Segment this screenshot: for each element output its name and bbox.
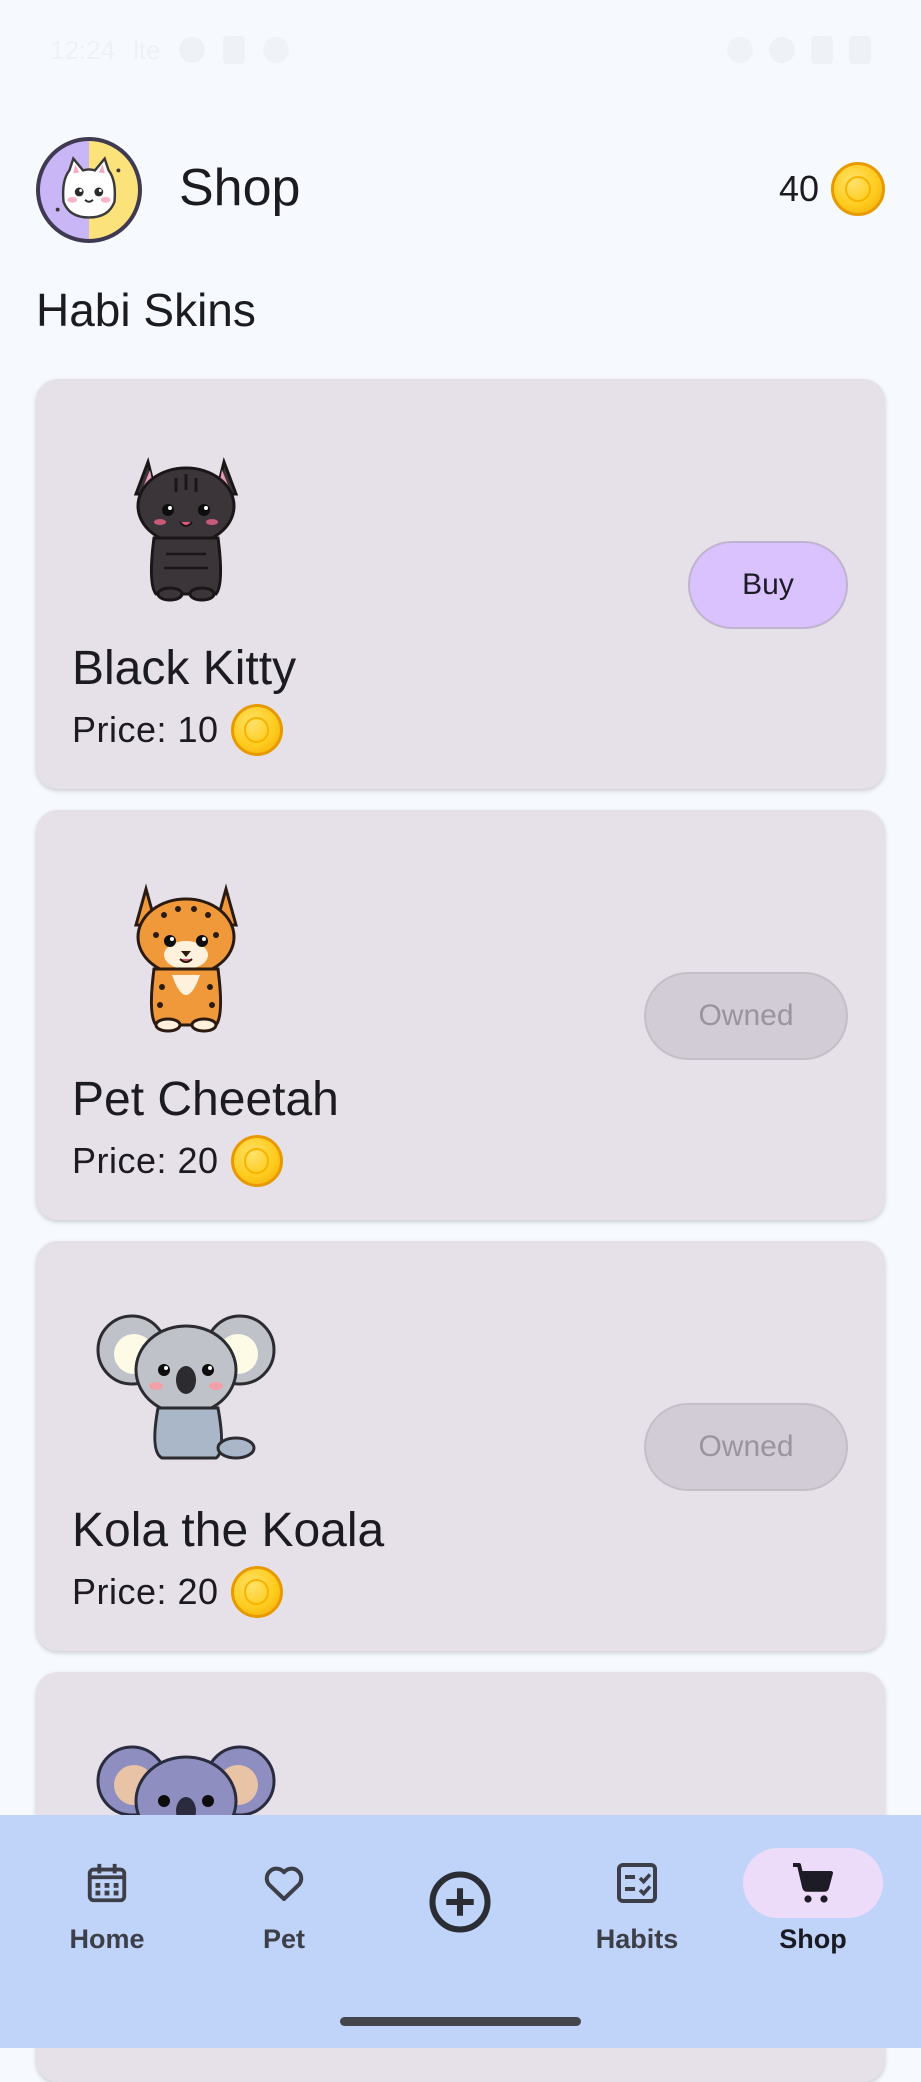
nav-home-label: Home bbox=[69, 1924, 145, 1954]
status-bar: 12:24 lte bbox=[0, 0, 921, 100]
cat-face-icon bbox=[55, 156, 121, 219]
coin-balance-value: 40 bbox=[778, 168, 819, 209]
nav-pet[interactable]: Pet bbox=[209, 1815, 359, 1965]
black-kitty-image bbox=[133, 456, 239, 602]
nav-add[interactable] bbox=[385, 1815, 535, 1965]
shop-item-card: Pet Cheetah Price: 20 Owned bbox=[36, 810, 885, 1220]
checklist-icon bbox=[617, 1863, 657, 1903]
bottom-navigation: Home Pet Habits Shop bbox=[0, 1815, 921, 2048]
item-name: Kola the Koala bbox=[72, 1504, 385, 1557]
buy-button[interactable]: Buy bbox=[688, 541, 848, 629]
battery-icon bbox=[849, 36, 871, 64]
nav-pet-label: Pet bbox=[262, 1924, 306, 1954]
pet-cheetah-image bbox=[134, 883, 238, 1033]
nav-add-icon-wrap bbox=[390, 1867, 530, 1937]
wifi-icon bbox=[769, 37, 795, 63]
item-price: Price: 20 bbox=[72, 1566, 283, 1618]
item-price-label: Price: 20 bbox=[72, 1571, 219, 1612]
shop-item-card: Kola the Koala Price: 20 Owned bbox=[36, 1241, 885, 1651]
item-price: Price: 20 bbox=[72, 1135, 283, 1187]
notification-icon bbox=[178, 37, 205, 63]
notification-icon bbox=[262, 37, 289, 63]
avatar[interactable] bbox=[36, 137, 142, 243]
cart-icon bbox=[793, 1863, 833, 1903]
status-carrier: lte bbox=[133, 34, 161, 65]
nav-habits-label: Habits bbox=[595, 1924, 679, 1954]
mute-icon bbox=[727, 37, 753, 63]
item-name: Pet Cheetah bbox=[72, 1073, 339, 1126]
signal-icon bbox=[811, 36, 833, 64]
status-left: 12:24 lte bbox=[50, 35, 289, 66]
nav-shop-label: Shop bbox=[779, 1924, 847, 1954]
owned-button[interactable]: Owned bbox=[644, 972, 848, 1060]
item-price-label: Price: 20 bbox=[72, 1140, 219, 1181]
item-name: Black Kitty bbox=[72, 642, 297, 695]
nav-habits[interactable]: Habits bbox=[562, 1815, 712, 1965]
calendar-icon bbox=[87, 1863, 127, 1903]
shop-item-card: Black Kitty Price: 10 Buy bbox=[36, 379, 885, 789]
notification-icon bbox=[222, 36, 245, 64]
nav-home-icon-wrap bbox=[37, 1848, 177, 1918]
koala-image bbox=[96, 1314, 276, 1460]
page-title: Shop bbox=[179, 159, 301, 217]
coin-balance: 40 bbox=[779, 162, 885, 216]
coin-icon bbox=[230, 704, 283, 756]
add-circle-icon bbox=[429, 1871, 491, 1933]
owned-button[interactable]: Owned bbox=[644, 1403, 848, 1491]
coin-icon bbox=[230, 1566, 283, 1618]
nav-shop-icon-wrap bbox=[743, 1848, 883, 1918]
section-title: Habi Skins bbox=[36, 284, 256, 336]
item-price: Price: 10 bbox=[72, 704, 283, 756]
nav-home[interactable]: Home bbox=[32, 1815, 182, 1965]
coin-icon bbox=[831, 162, 885, 216]
status-time: 12:24 bbox=[50, 34, 116, 65]
home-indicator[interactable] bbox=[340, 2017, 581, 2026]
top-app-bar: Shop 40 bbox=[0, 134, 921, 244]
status-right bbox=[727, 36, 871, 64]
coin-icon bbox=[230, 1135, 283, 1187]
nav-pet-icon-wrap bbox=[214, 1848, 354, 1918]
heart-icon bbox=[264, 1866, 304, 1901]
nav-shop[interactable]: Shop bbox=[738, 1815, 888, 1965]
nav-habits-icon-wrap bbox=[567, 1848, 707, 1918]
item-price-label: Price: 10 bbox=[72, 709, 219, 750]
